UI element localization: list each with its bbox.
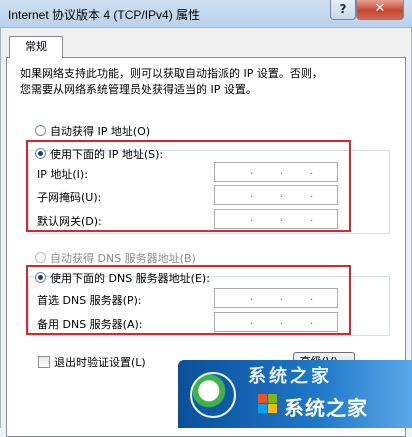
radio-auto-ip-label: 自动获得 IP 地址(O) (50, 125, 151, 138)
windows-logo-icon (258, 394, 278, 414)
radio-auto-dns-indicator[interactable] (35, 252, 46, 263)
validate-checkbox-label: 退出时验证设置(L) (54, 356, 146, 369)
radio-manual-dns-label: 使用下面的 DNS 服务器地址(E): (50, 272, 210, 285)
radio-manual-ip[interactable]: 使用下面的 IP 地址(S): (35, 146, 163, 162)
alternate-dns-label: 备用 DNS 服务器(A): (37, 318, 143, 331)
radio-manual-dns[interactable]: 使用下面的 DNS 服务器地址(E): (35, 270, 210, 286)
default-gateway-label: 默认网关(D): (37, 215, 102, 228)
radio-auto-dns-label: 自动获得 DNS 服务器地址(B) (50, 252, 196, 265)
watermark-logo-icon (190, 372, 236, 418)
subnet-mask-field[interactable]: ... (214, 185, 338, 205)
radio-manual-ip-label: 使用下面的 IP 地址(S): (50, 148, 164, 161)
watermark-banner: 系统之家 系统之家 (178, 360, 412, 428)
watermark-top-text: 系统之家 (248, 366, 332, 387)
window-title: Internet 协议版本 4 (TCP/IPv4) 属性 (8, 8, 201, 22)
radio-auto-ip-indicator[interactable] (35, 125, 46, 136)
preferred-dns-field[interactable]: ... (214, 288, 338, 308)
radio-manual-ip-indicator[interactable] (35, 148, 46, 159)
description-text: 如果网络支持此功能，则可以获取自动指派的 IP 设置。否则， 您需要从网络系统管… (20, 67, 323, 96)
validate-checkbox-box[interactable] (38, 356, 50, 368)
title-bar: Internet 协议版本 4 (TCP/IPv4) 属性 ? ✕ (0, 0, 412, 28)
subnet-mask-label: 子网掩码(U): (37, 191, 102, 204)
ip-address-field[interactable]: ... (214, 162, 338, 182)
preferred-dns-label: 首选 DNS 服务器(P): (37, 294, 142, 307)
watermark-bottom-text: 系统之家 (284, 396, 368, 420)
radio-auto-dns[interactable]: 自动获得 DNS 服务器地址(B) (35, 250, 196, 266)
default-gateway-field[interactable]: ... (214, 209, 338, 229)
help-button[interactable]: ? (330, 0, 356, 20)
validate-on-exit-checkbox[interactable]: 退出时验证设置(L) (38, 354, 146, 370)
radio-auto-ip[interactable]: 自动获得 IP 地址(O) (35, 123, 150, 139)
ip-address-label: IP 地址(I): (37, 168, 88, 181)
radio-manual-dns-indicator[interactable] (35, 272, 46, 283)
tab-general[interactable]: 常规 (9, 36, 63, 58)
close-button[interactable]: ✕ (356, 0, 404, 20)
alternate-dns-field[interactable]: ... (214, 312, 338, 332)
